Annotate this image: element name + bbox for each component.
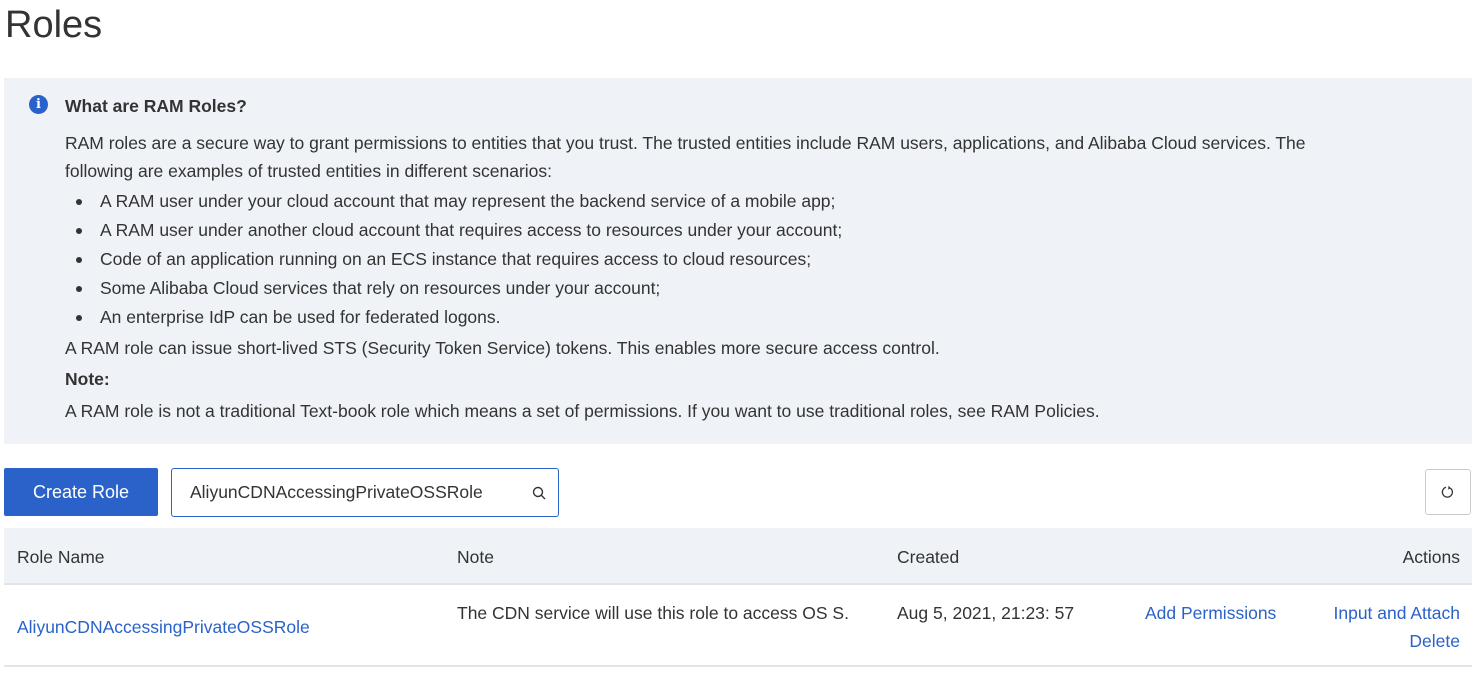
list-item: Some Alibaba Cloud services that rely on…: [65, 274, 1472, 303]
info-panel: i What are RAM Roles? RAM roles are a se…: [4, 78, 1472, 444]
list-item: An enterprise IdP can be used for federa…: [65, 303, 1472, 332]
refresh-icon: [1441, 485, 1453, 498]
note-label: Note:: [65, 369, 110, 390]
role-name-link[interactable]: AliyunCDNAccessingPrivateOSSRole: [17, 614, 310, 640]
list-item: A RAM user under your cloud account that…: [65, 187, 1472, 216]
table-header: Role Name Note Created Actions: [4, 528, 1472, 585]
input-and-attach-link[interactable]: Input and Attach: [1334, 600, 1461, 626]
delete-link[interactable]: Delete: [1409, 628, 1460, 654]
search-input[interactable]: [190, 482, 532, 503]
info-heading: What are RAM Roles?: [65, 96, 247, 116]
note-text: A RAM role is not a traditional Text-boo…: [65, 400, 1100, 421]
info-bullets: A RAM user under your cloud account that…: [65, 187, 1472, 333]
info-icon: i: [29, 95, 48, 114]
create-role-button[interactable]: Create Role: [4, 468, 158, 516]
list-item: Code of an application running on an ECS…: [65, 245, 1472, 274]
refresh-button[interactable]: [1425, 469, 1471, 515]
info-sts: A RAM role can issue short-lived STS (Se…: [65, 337, 940, 358]
table-row: AliyunCDNAccessingPrivateOSSRole The CDN…: [4, 585, 1472, 667]
list-item: A RAM user under another cloud account t…: [65, 216, 1472, 245]
header-note: Note: [457, 547, 494, 567]
header-actions: Actions: [1402, 547, 1460, 567]
role-note: The CDN service will use this role to ac…: [457, 603, 849, 623]
add-permissions-link[interactable]: Add Permissions: [1145, 600, 1276, 626]
header-created: Created: [897, 547, 960, 567]
header-role-name: Role Name: [17, 547, 105, 567]
role-created: Aug 5, 2021, 21:23: 57: [897, 603, 1075, 623]
search-box: [171, 468, 559, 517]
search-icon[interactable]: [532, 486, 546, 500]
info-intro: RAM roles are a secure way to grant perm…: [65, 132, 1306, 182]
page-title: Roles: [5, 4, 103, 46]
